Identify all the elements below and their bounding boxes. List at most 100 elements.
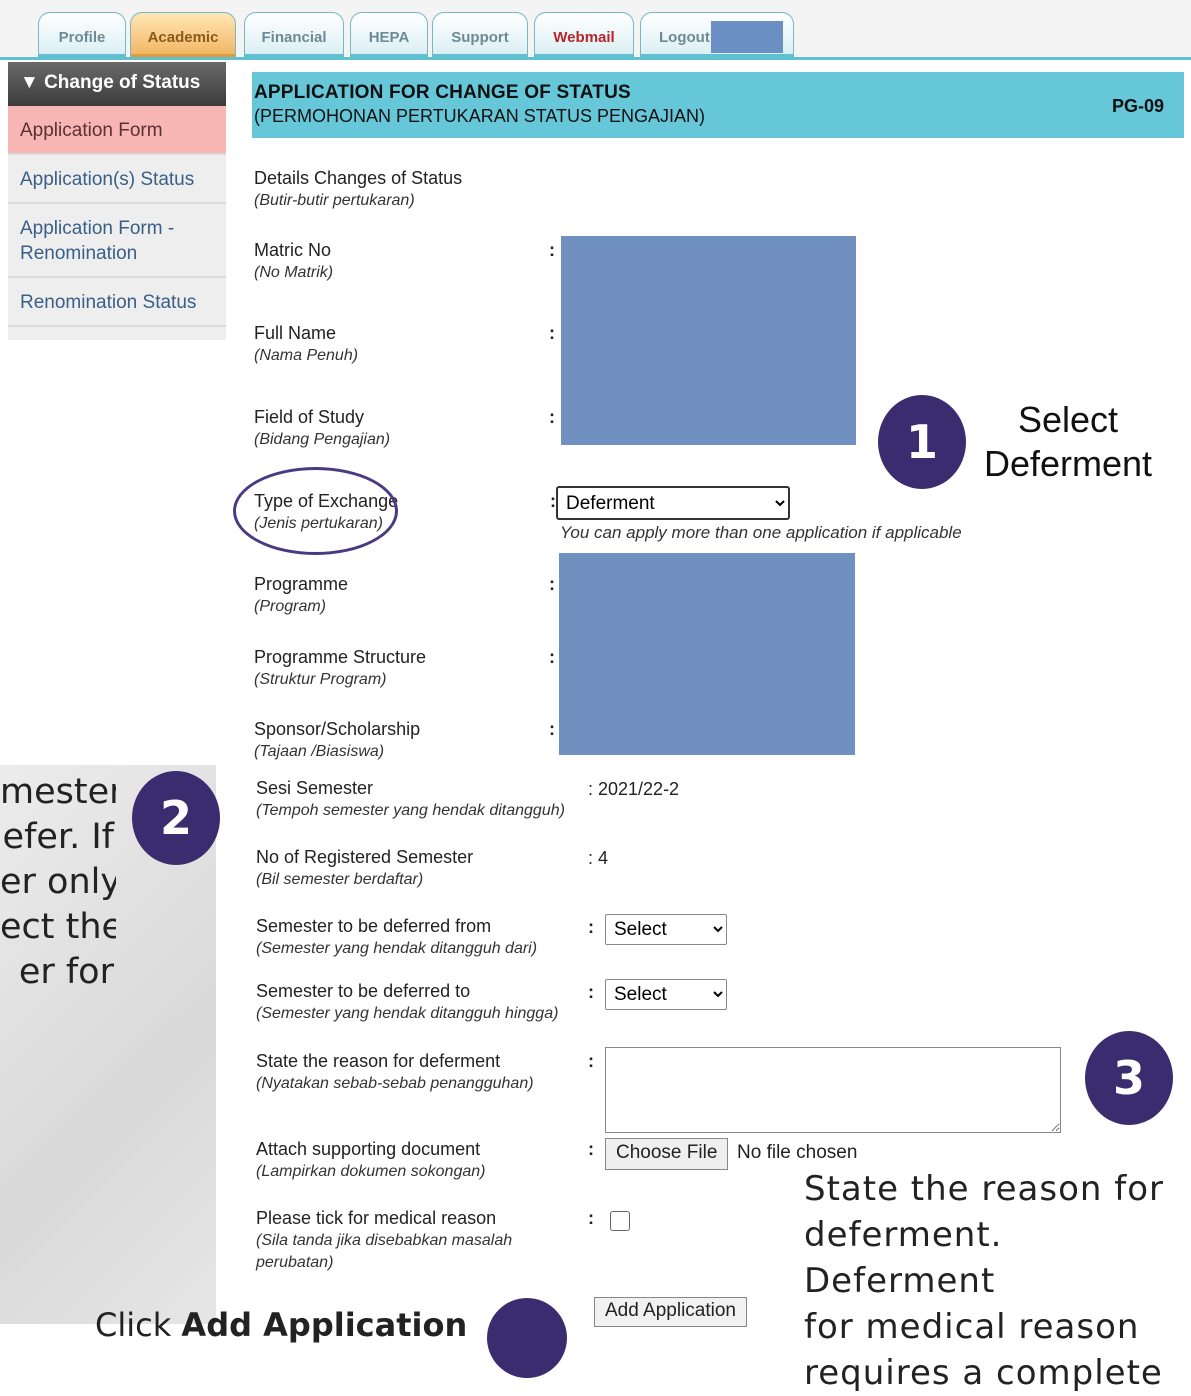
sidebar-item-renomination-form[interactable]: Application Form - Renomination — [8, 204, 226, 278]
colon: : — [588, 1139, 594, 1159]
tab-profile[interactable]: Profile — [38, 12, 126, 58]
fullname-label: Full Name (Nama Penuh) — [254, 321, 358, 367]
reason-label-ms: (Nyatakan sebab-sebab penangguhan) — [256, 1075, 534, 1092]
sponsor-label-en: Sponsor/Scholarship — [254, 719, 421, 739]
reason-label-en: State the reason for deferment — [256, 1051, 501, 1071]
fullname-label-ms: (Nama Penuh) — [254, 347, 359, 364]
matric-label-en: Matric No — [254, 240, 332, 260]
redacted-username — [711, 21, 783, 53]
registered-label-ms: (Bil semester berdaftar) — [256, 871, 424, 888]
colon: : — [588, 1208, 594, 1228]
step2-note-line: er only — [0, 862, 116, 902]
medical-label-ms-cont: perubatan) — [256, 1254, 334, 1271]
deferred-from-select[interactable]: Select — [605, 914, 727, 945]
step3-note-line: State the reason for — [804, 1169, 1165, 1209]
form-code: PG-09 — [1111, 96, 1164, 116]
step3-note-line: deferment. Deferment — [804, 1215, 1003, 1301]
sesi-label: Sesi Semester (Tempoh semester yang hend… — [256, 776, 565, 822]
medical-label-ms: (Sila tanda jika disebabkan masalah — [256, 1232, 513, 1249]
attach-label: Attach supporting document (Lampirkan do… — [256, 1137, 485, 1183]
fullname-label-en: Full Name — [254, 323, 337, 343]
step2-note-line: er for — [18, 952, 114, 992]
from-label: Semester to be deferred from (Semester y… — [256, 914, 537, 960]
step4-note: Click Add Application — [95, 1306, 467, 1344]
tab-logout[interactable]: Logout — [640, 12, 794, 58]
sidebar-item-application-status[interactable]: Application(s) Status — [8, 155, 226, 204]
step3-note-line: requires a complete — [804, 1353, 1163, 1393]
to-label: Semester to be deferred to (Semester yan… — [256, 979, 558, 1025]
sidebar-heading[interactable]: ▼ Change of Status — [8, 62, 226, 106]
registered-label: No of Registered Semester (Bil semester … — [256, 845, 473, 891]
programme-label-en: Programme — [254, 574, 349, 594]
details-label-ms: (Butir-butir pertukaran) — [254, 192, 415, 209]
step2-note-line: ect the — [0, 907, 116, 947]
type-of-exchange-select[interactable]: Deferment — [556, 486, 790, 520]
from-label-ms: (Semester yang hendak ditangguh dari) — [256, 940, 538, 957]
redacted-programme-details — [559, 553, 855, 755]
step-4-badge — [487, 1298, 567, 1378]
sidebar: ▼ Change of Status Application Form Appl… — [8, 62, 226, 340]
field-label-ms: (Bidang Pengajian) — [254, 431, 391, 448]
add-application-button[interactable]: Add Application — [594, 1297, 747, 1327]
step-3-badge: 3 — [1085, 1031, 1173, 1125]
structure-label-ms: (Struktur Program) — [254, 671, 387, 688]
form-header: APPLICATION FOR CHANGE OF STATUS (PERMOH… — [252, 72, 1184, 138]
matric-label-ms: (No Matrik) — [254, 264, 334, 281]
tab-logout-label: Logout — [659, 29, 710, 46]
sponsor-label: Sponsor/Scholarship (Tajaan /Biasiswa) — [254, 717, 420, 763]
step2-note-line: mester — [0, 772, 116, 812]
registered-label-en: No of Registered Semester — [256, 847, 474, 867]
sesi-label-ms: (Tempoh semester yang hendak ditangguh) — [256, 802, 565, 819]
step-1-badge: 1 — [878, 395, 966, 489]
top-tab-bar: Profile Academic Financial HEPA Support … — [0, 0, 1191, 60]
field-label: Field of Study (Bidang Pengajian) — [254, 405, 390, 451]
tab-financial[interactable]: Financial — [244, 12, 344, 58]
tab-support[interactable]: Support — [432, 12, 528, 58]
colon: : — [588, 982, 594, 1002]
step3-note-line: for medical reason — [804, 1307, 1140, 1347]
structure-label: Programme Structure (Struktur Program) — [254, 645, 426, 691]
registered-value: : 4 — [588, 848, 609, 868]
step4-prefix: Click — [95, 1306, 182, 1344]
reason-textarea[interactable] — [605, 1047, 1061, 1133]
sidebar-item-renomination-status[interactable]: Renomination Status — [8, 278, 226, 327]
step1-note-line: Deferment — [983, 443, 1153, 484]
matric-label: Matric No (No Matrik) — [254, 238, 333, 284]
tab-hepa[interactable]: HEPA — [350, 12, 428, 58]
choose-file-button[interactable]: Choose File — [605, 1138, 729, 1170]
colon: : — [549, 719, 555, 739]
page-title: APPLICATION FOR CHANGE OF STATUS — [254, 82, 631, 103]
to-label-ms: (Semester yang hendak ditangguh hingga) — [256, 1005, 559, 1022]
colon: : — [588, 1051, 594, 1071]
sponsor-label-ms: (Tajaan /Biasiswa) — [254, 743, 385, 760]
medical-checkbox[interactable] — [610, 1211, 630, 1231]
medical-label: Please tick for medical reason (Sila tan… — [256, 1206, 512, 1274]
tab-webmail[interactable]: Webmail — [534, 12, 634, 58]
reason-label: State the reason for deferment (Nyatakan… — [256, 1049, 534, 1095]
tab-underline — [0, 57, 1191, 60]
colon: : — [549, 323, 555, 343]
step2-note: mester efer. If er only ect the er for — [0, 770, 116, 995]
colon: : — [549, 240, 555, 260]
colon: : — [549, 647, 555, 667]
colon: : — [549, 407, 555, 427]
details-label: Details Changes of Status (Butir-butir p… — [254, 166, 462, 212]
highlight-ring — [233, 467, 398, 555]
medical-label-en: Please tick for medical reason — [256, 1208, 497, 1228]
type-hint: You can apply more than one application … — [560, 523, 962, 542]
from-label-en: Semester to be deferred from — [256, 916, 492, 936]
tab-academic[interactable]: Academic — [130, 12, 236, 58]
sesi-label-en: Sesi Semester — [256, 778, 374, 798]
deferred-to-select[interactable]: Select — [605, 979, 727, 1010]
step1-note: Select Deferment — [980, 398, 1156, 486]
to-label-en: Semester to be deferred to — [256, 981, 471, 1001]
colon: : — [549, 574, 555, 594]
step-2-badge: 2 — [132, 771, 220, 865]
step2-note-line: efer. If — [2, 817, 114, 857]
colon: : — [588, 917, 594, 937]
page-subtitle: (PERMOHONAN PERTUKARAN STATUS PENGAJIAN) — [254, 106, 706, 126]
attach-label-en: Attach supporting document — [256, 1139, 481, 1159]
attach-label-ms: (Lampirkan dokumen sokongan) — [256, 1163, 486, 1180]
sidebar-item-application-form[interactable]: Application Form — [8, 106, 226, 155]
details-label-en: Details Changes of Status — [254, 168, 463, 188]
